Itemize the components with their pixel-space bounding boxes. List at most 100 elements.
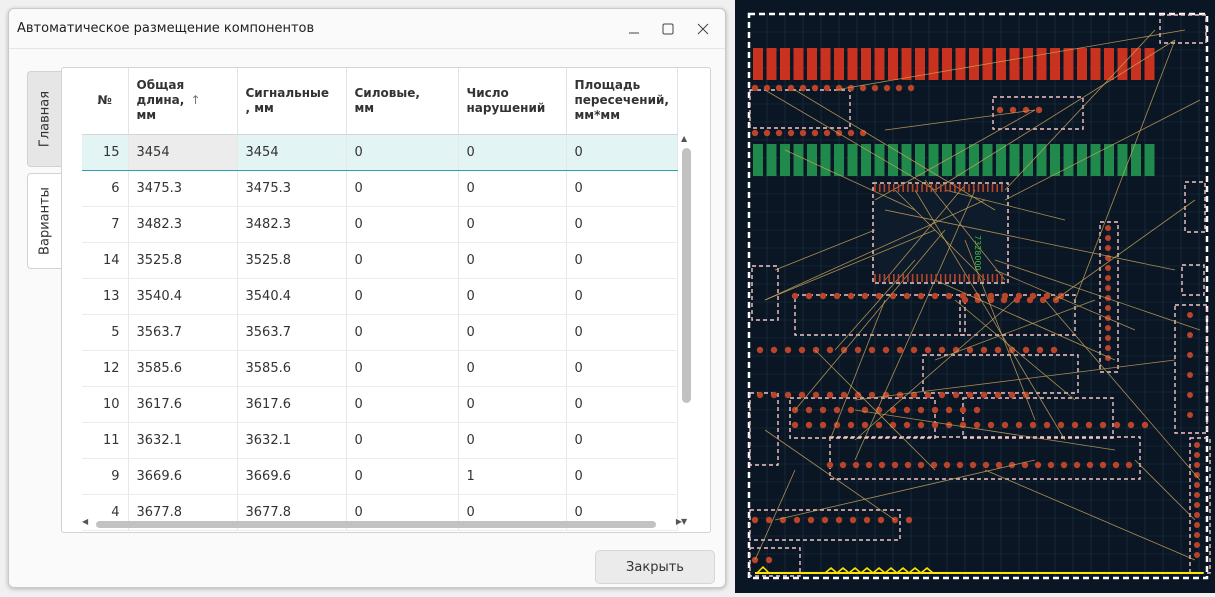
cell-power[interactable]: 0 — [346, 278, 459, 315]
cell-power[interactable]: 0 — [346, 170, 459, 207]
cell-number[interactable]: 15 — [82, 133, 129, 171]
cell-number[interactable]: 13 — [82, 278, 129, 315]
cell-power[interactable]: 0 — [346, 422, 459, 459]
table-row[interactable]: 10 3617.6 3617.6 0 0 0 — [82, 386, 678, 423]
cell-violations[interactable]: 0 — [458, 314, 567, 351]
cell-intersection-area[interactable]: 0 — [566, 314, 678, 351]
column-header-violations[interactable]: Число нарушений — [458, 68, 567, 135]
cell-number[interactable]: 5 — [82, 314, 129, 351]
cell-violations[interactable]: 0 — [458, 242, 567, 279]
cell-intersection-area[interactable]: 0 — [566, 170, 678, 207]
table-row[interactable]: 11 3632.1 3632.1 0 0 0 — [82, 422, 678, 459]
cell-power[interactable]: 0 — [346, 314, 459, 351]
table-row[interactable]: 15 3454 3454 0 0 0 — [82, 133, 678, 171]
cell-violations[interactable]: 1 — [458, 458, 567, 495]
cell-signal[interactable]: 3525.8 — [237, 242, 347, 279]
table-row[interactable]: 7 3482.3 3482.3 0 0 0 — [82, 206, 678, 243]
pcb-layout-view[interactable]: 7328000 — [735, 0, 1215, 593]
cell-violations[interactable]: 0 — [458, 170, 567, 207]
cell-number[interactable]: 7 — [82, 206, 129, 243]
tab-main[interactable]: Главная — [27, 71, 61, 167]
scroll-right-icon[interactable]: ▶ — [676, 517, 682, 526]
cell-violations[interactable]: 0 — [458, 133, 567, 171]
minimize-icon[interactable] — [621, 17, 647, 41]
table-row[interactable]: 6 3475.3 3475.3 0 0 0 — [82, 170, 678, 207]
cell-signal[interactable]: 3454 — [237, 133, 347, 171]
cell-violations[interactable]: 0 — [458, 422, 567, 459]
table-row[interactable]: 5 3563.7 3563.7 0 0 0 — [82, 314, 678, 351]
vertical-scroll-thumb[interactable] — [682, 148, 691, 403]
cell-violations[interactable]: 0 — [458, 386, 567, 423]
column-header-power[interactable]: Силовые, мм — [346, 68, 459, 135]
close-button[interactable]: Закрыть — [595, 550, 715, 584]
pad — [833, 406, 841, 414]
cell-signal[interactable]: 3632.1 — [237, 422, 347, 459]
cell-signal[interactable]: 3563.7 — [237, 314, 347, 351]
cell-total-length[interactable]: 3475.3 — [128, 170, 238, 207]
cell-signal[interactable]: 3475.3 — [237, 170, 347, 207]
green-connector-pin — [1131, 144, 1141, 176]
cell-intersection-area[interactable]: 0 — [566, 422, 678, 459]
cell-total-length[interactable]: 3585.6 — [128, 350, 238, 387]
cell-violations[interactable]: 0 — [458, 206, 567, 243]
cell-intersection-area[interactable]: 0 — [566, 458, 678, 495]
column-header-intersection-area[interactable]: Площадь пересечений, мм*мм — [566, 68, 678, 135]
cell-number[interactable]: 11 — [82, 422, 129, 459]
cell-power[interactable]: 0 — [346, 458, 459, 495]
vertical-scrollbar[interactable]: ▲ ▼ — [679, 134, 693, 526]
cell-number[interactable]: 14 — [82, 242, 129, 279]
tab-variants[interactable]: Варианты — [27, 173, 61, 269]
column-header-number[interactable]: № — [82, 68, 129, 135]
column-header-signal[interactable]: Сигнальные, мм — [237, 68, 347, 135]
cell-power[interactable]: 0 — [346, 133, 459, 171]
pad — [823, 84, 831, 92]
cell-number[interactable]: 9 — [82, 458, 129, 495]
green-connector-pin — [780, 144, 790, 176]
table-row[interactable]: 9 3669.6 3669.6 0 1 0 — [82, 458, 678, 495]
red-connector-pin — [955, 48, 966, 80]
column-header-total-length[interactable]: Общая длина, ↑ мм — [128, 68, 238, 135]
cell-power[interactable]: 0 — [346, 206, 459, 243]
cell-number[interactable]: 6 — [82, 170, 129, 207]
cell-number[interactable]: 12 — [82, 350, 129, 387]
cell-signal[interactable]: 3585.6 — [237, 350, 347, 387]
cell-intersection-area[interactable]: 0 — [566, 278, 678, 315]
cell-power[interactable]: 0 — [346, 242, 459, 279]
pcb-canvas[interactable]: 7328000 — [735, 0, 1215, 593]
cell-total-length[interactable]: 3482.3 — [128, 206, 238, 243]
cell-total-length[interactable]: 3540.4 — [128, 278, 238, 315]
scroll-left-icon[interactable]: ◀ — [82, 517, 88, 526]
cell-power[interactable]: 0 — [346, 386, 459, 423]
table-row[interactable]: 12 3585.6 3585.6 0 0 0 — [82, 350, 678, 387]
cell-intersection-area[interactable]: 0 — [566, 133, 678, 171]
cell-signal[interactable]: 3482.3 — [237, 206, 347, 243]
red-connector-pin — [834, 48, 844, 80]
cell-total-length[interactable]: 3563.7 — [128, 314, 238, 351]
close-icon[interactable] — [690, 17, 716, 41]
cell-intersection-area[interactable]: 0 — [566, 242, 678, 279]
cell-violations[interactable]: 0 — [458, 350, 567, 387]
cell-total-length[interactable]: 3617.6 — [128, 386, 238, 423]
cell-number[interactable]: 10 — [82, 386, 129, 423]
cell-total-length[interactable]: 3632.1 — [128, 422, 238, 459]
green-connector-pin — [942, 144, 952, 176]
table-row[interactable]: 14 3525.8 3525.8 0 0 0 — [82, 242, 678, 279]
cell-signal[interactable]: 3617.6 — [237, 386, 347, 423]
cell-power[interactable]: 0 — [346, 350, 459, 387]
scroll-up-icon[interactable]: ▲ — [681, 134, 687, 143]
maximize-icon[interactable] — [655, 17, 681, 41]
cell-intersection-area[interactable]: 0 — [566, 206, 678, 243]
pad — [751, 516, 759, 524]
cell-total-length[interactable]: 3454 — [128, 133, 238, 171]
cell-intersection-area[interactable]: 0 — [566, 386, 678, 423]
cell-total-length[interactable]: 3525.8 — [128, 242, 238, 279]
pad — [852, 461, 860, 469]
cell-signal[interactable]: 3540.4 — [237, 278, 347, 315]
table-row[interactable]: 13 3540.4 3540.4 0 0 0 — [82, 278, 678, 315]
cell-signal[interactable]: 3669.6 — [237, 458, 347, 495]
cell-intersection-area[interactable]: 0 — [566, 350, 678, 387]
horizontal-scrollbar[interactable]: ◀ ▶ — [82, 517, 682, 530]
cell-violations[interactable]: 0 — [458, 278, 567, 315]
cell-total-length[interactable]: 3669.6 — [128, 458, 238, 495]
horizontal-scroll-thumb[interactable] — [96, 521, 656, 528]
